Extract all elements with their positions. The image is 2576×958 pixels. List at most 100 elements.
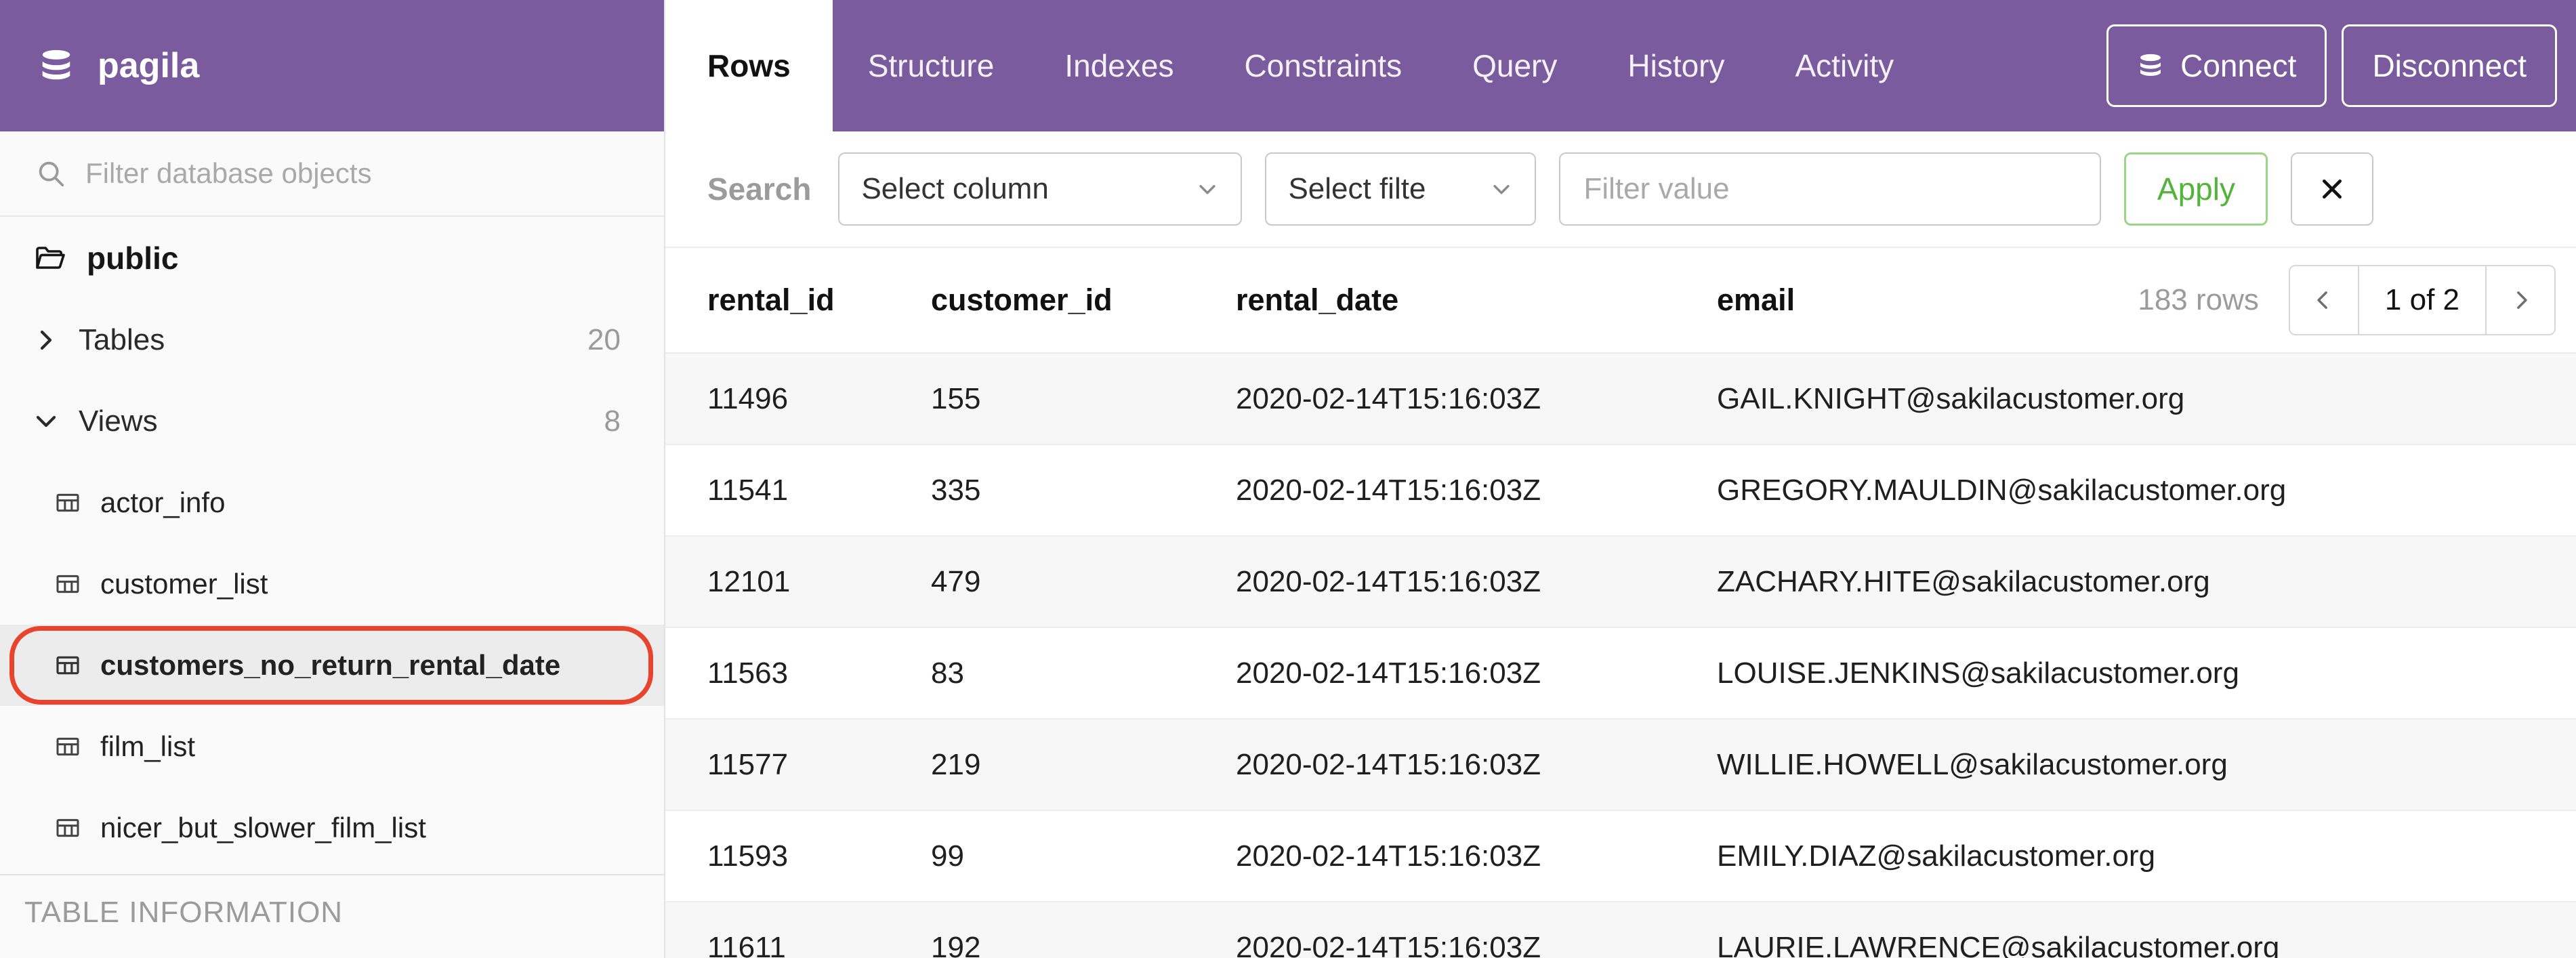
- filter-bar: Search Select column Select filte App: [665, 131, 2576, 247]
- table-information-heading: TABLE INFORMATION: [0, 874, 664, 930]
- apply-button[interactable]: Apply: [2124, 152, 2268, 226]
- table-grid-icon: [54, 652, 81, 679]
- schema-label: public: [87, 240, 178, 276]
- tab-structure[interactable]: Structure: [833, 0, 1030, 131]
- tab-query[interactable]: Query: [1437, 0, 1592, 131]
- view-label: customer_list: [100, 568, 268, 600]
- table-row[interactable]: 11577 219 2020-02-14T15:16:03Z WILLIE.HO…: [665, 720, 2576, 811]
- chevron-right-icon: [2508, 287, 2533, 313]
- sidebar-item-actor-info[interactable]: actor_info: [0, 462, 664, 543]
- search-label: Search: [707, 171, 811, 207]
- table-row[interactable]: 12101 479 2020-02-14T15:16:03Z ZACHARY.H…: [665, 537, 2576, 628]
- cell-rental-date: 2020-02-14T15:16:03Z: [1236, 748, 1717, 782]
- sidebar-item-customers-no-return-rental-date[interactable]: customers_no_return_rental_date: [0, 625, 664, 706]
- cell-email: LAURIE.LAWRENCE@sakilacustomer.org: [1717, 931, 2576, 958]
- table-row[interactable]: 11611 192 2020-02-14T15:16:03Z LAURIE.LA…: [665, 902, 2576, 958]
- tab-indexes[interactable]: Indexes: [1029, 0, 1209, 131]
- cell-customer-id: 479: [931, 565, 1236, 599]
- table-row[interactable]: 11496 155 2020-02-14T15:16:03Z GAIL.KNIG…: [665, 354, 2576, 445]
- tab-bar-spacer: [1929, 0, 2106, 131]
- column-select-value: Select column: [861, 172, 1048, 206]
- view-label: film_list: [100, 730, 195, 763]
- sidebar-header: pagila: [0, 0, 664, 131]
- cell-email: GREGORY.MAULDIN@sakilacustomer.org: [1717, 474, 2576, 507]
- database-icon: [2137, 52, 2164, 79]
- main-panel: Rows Structure Indexes Constraints Query…: [665, 0, 2576, 958]
- cell-rental-id: 12101: [707, 565, 931, 599]
- sidebar-item-customer-list[interactable]: customer_list: [0, 543, 664, 625]
- group-count: 20: [587, 323, 621, 357]
- cell-customer-id: 83: [931, 657, 1236, 690]
- table-grid-icon: [54, 814, 81, 841]
- pagination: 1 of 2: [2289, 265, 2556, 335]
- cell-email: EMILY.DIAZ@sakilacustomer.org: [1717, 839, 2576, 873]
- cell-rental-date: 2020-02-14T15:16:03Z: [1236, 565, 1717, 599]
- sidebar-group-views[interactable]: Views 8: [0, 381, 664, 462]
- cell-customer-id: 99: [931, 839, 1236, 873]
- tab-activity[interactable]: Activity: [1760, 0, 1930, 131]
- schema-row-public[interactable]: public: [0, 217, 664, 299]
- cell-rental-id: 11541: [707, 474, 931, 507]
- table-grid-icon: [54, 489, 81, 516]
- connect-button[interactable]: Connect: [2106, 24, 2327, 107]
- page-indicator: 1 of 2: [2358, 266, 2487, 334]
- disconnect-button-label: Disconnect: [2372, 47, 2527, 84]
- chevron-down-icon: [1490, 178, 1513, 201]
- view-label: customers_no_return_rental_date: [100, 649, 560, 682]
- tab-rows[interactable]: Rows: [665, 0, 833, 131]
- view-label: nicer_but_slower_film_list: [100, 812, 426, 844]
- column-header-customer-id[interactable]: customer_id: [931, 283, 1236, 318]
- cell-email: LOUISE.JENKINS@sakilacustomer.org: [1717, 657, 2576, 690]
- chevron-right-icon: [34, 328, 58, 352]
- sidebar: pagila public: [0, 0, 665, 958]
- table-row[interactable]: 11563 83 2020-02-14T15:16:03Z LOUISE.JEN…: [665, 628, 2576, 720]
- cell-rental-id: 11496: [707, 382, 931, 416]
- group-label: Views: [79, 404, 158, 438]
- cell-rental-id: 11611: [707, 931, 931, 958]
- cell-email: WILLIE.HOWELL@sakilacustomer.org: [1717, 748, 2576, 782]
- search-icon: [35, 158, 66, 189]
- chevron-down-icon: [1196, 178, 1219, 201]
- database-name: pagila: [98, 45, 199, 86]
- cell-rental-date: 2020-02-14T15:16:03Z: [1236, 657, 1717, 690]
- table-grid-icon: [54, 570, 81, 598]
- filter-type-select[interactable]: Select filte: [1265, 152, 1536, 226]
- column-select[interactable]: Select column: [838, 152, 1242, 226]
- tab-constraints[interactable]: Constraints: [1209, 0, 1437, 131]
- cell-rental-id: 11563: [707, 657, 931, 690]
- table-header-controls: 183 rows 1 of 2: [2138, 265, 2556, 335]
- cell-email: ZACHARY.HITE@sakilacustomer.org: [1717, 565, 2576, 599]
- prev-page-button[interactable]: [2290, 266, 2358, 334]
- cell-rental-id: 11593: [707, 839, 931, 873]
- column-header-rental-id[interactable]: rental_id: [707, 283, 931, 318]
- group-label: Tables: [79, 323, 165, 357]
- table-header: rental_id customer_id rental_date email …: [665, 247, 2576, 354]
- table-row[interactable]: 11593 99 2020-02-14T15:16:03Z EMILY.DIAZ…: [665, 811, 2576, 902]
- group-count: 8: [604, 404, 621, 438]
- table-row[interactable]: 11541 335 2020-02-14T15:16:03Z GREGORY.M…: [665, 445, 2576, 537]
- chevron-left-icon: [2311, 287, 2337, 313]
- cell-rental-date: 2020-02-14T15:16:03Z: [1236, 474, 1717, 507]
- tab-history[interactable]: History: [1592, 0, 1760, 131]
- column-header-rental-date[interactable]: rental_date: [1236, 283, 1717, 318]
- filter-type-select-value: Select filte: [1288, 172, 1426, 206]
- clear-filter-button[interactable]: [2291, 152, 2373, 226]
- sidebar-group-tables[interactable]: Tables 20: [0, 299, 664, 381]
- view-label: actor_info: [100, 486, 225, 519]
- cell-rental-date: 2020-02-14T15:16:03Z: [1236, 382, 1717, 416]
- folder-open-icon: [34, 242, 66, 274]
- next-page-button[interactable]: [2487, 266, 2554, 334]
- cell-customer-id: 155: [931, 382, 1236, 416]
- disconnect-button[interactable]: Disconnect: [2342, 24, 2557, 107]
- sidebar-filter-row: [0, 131, 664, 217]
- sidebar-item-film-list[interactable]: film_list: [0, 706, 664, 787]
- tab-bar: Rows Structure Indexes Constraints Query…: [665, 0, 2576, 131]
- filter-value-input[interactable]: [1559, 152, 2101, 226]
- sidebar-item-nicer-but-slower-film-list[interactable]: nicer_but_slower_film_list: [0, 787, 664, 869]
- close-icon: [2319, 175, 2346, 203]
- cell-rental-date: 2020-02-14T15:16:03Z: [1236, 839, 1717, 873]
- cell-customer-id: 192: [931, 931, 1236, 958]
- filter-objects-input[interactable]: [85, 157, 637, 190]
- cell-email: GAIL.KNIGHT@sakilacustomer.org: [1717, 382, 2576, 416]
- app-root: pagila public: [0, 0, 2576, 958]
